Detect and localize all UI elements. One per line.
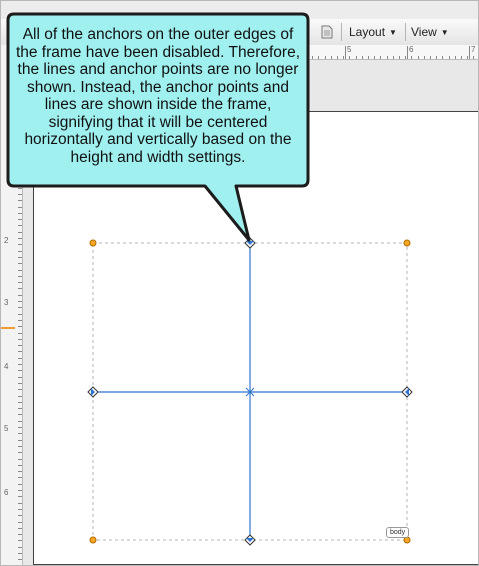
callout-text: All of the anchors on the outer edges of… [15,26,301,166]
